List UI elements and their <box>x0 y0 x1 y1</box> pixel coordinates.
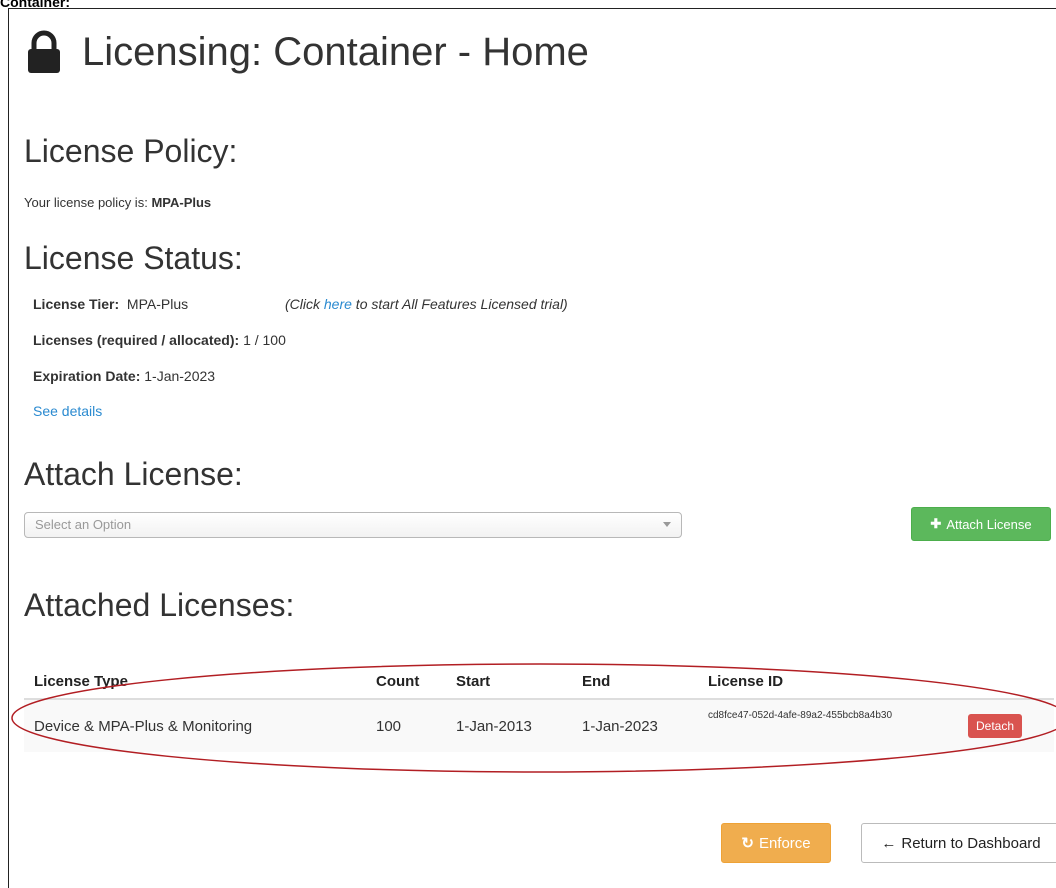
trial-here-link[interactable]: here <box>324 296 352 312</box>
license-select-placeholder: Select an Option <box>35 517 132 532</box>
see-details-line: See details <box>33 403 102 419</box>
attach-license-heading: Attach License: <box>24 456 243 492</box>
column-header: License Type <box>24 662 366 700</box>
column-header: License ID <box>698 662 958 700</box>
arrow-left-icon: ← <box>881 834 897 852</box>
attached-licenses-heading: Attached Licenses: <box>24 587 295 623</box>
trial-hint-suffix: to start All Features Licensed trial) <box>351 296 568 312</box>
plus-icon: ✚ <box>930 516 942 531</box>
attach-license-label: Attach License <box>946 516 1032 532</box>
license-tier-line: License Tier: MPA-Plus <box>33 296 188 312</box>
license-status-heading: License Status: <box>24 240 243 276</box>
expiration-label: Expiration Date: <box>33 368 141 384</box>
trial-hint: (Click here to start All Features Licens… <box>285 296 568 312</box>
licenses-label: Licenses (required / allocated): <box>33 332 240 348</box>
table-row: Device & MPA-Plus & Monitoring 100 1-Jan… <box>24 699 1054 752</box>
tier-value: MPA-Plus <box>126 296 189 312</box>
refresh-icon: ↻ <box>741 835 754 852</box>
return-to-dashboard-button[interactable]: ← Return to Dashboard <box>861 823 1056 863</box>
license-type-cell: Device & MPA-Plus & Monitoring <box>24 699 366 752</box>
see-details-link[interactable]: See details <box>33 403 102 419</box>
expiration-value: 1-Jan-2023 <box>144 368 216 384</box>
policy-value: MPA-Plus <box>151 195 212 210</box>
licenses-line: Licenses (required / allocated): 1 / 100 <box>33 332 286 348</box>
attach-license-button[interactable]: ✚ Attach License <box>911 507 1051 541</box>
end-cell: 1-Jan-2023 <box>572 699 698 752</box>
enforce-label: Enforce <box>758 834 811 852</box>
licenses-value: 1 / 100 <box>243 332 286 348</box>
return-label: Return to Dashboard <box>901 834 1041 852</box>
license-select[interactable]: Select an Option <box>24 512 682 538</box>
action-cell: Detach <box>958 699 1054 752</box>
policy-line: Your license policy is: MPA-Plus <box>24 195 211 210</box>
enforce-button[interactable]: ↻ Enforce <box>721 823 831 863</box>
attached-licenses-table: License Type Count Start End License ID … <box>24 662 1054 752</box>
column-header: End <box>572 662 698 700</box>
table-header-row: License Type Count Start End License ID <box>24 662 1054 700</box>
lock-icon <box>28 30 60 73</box>
column-header: Count <box>366 662 446 700</box>
page-title: Licensing: Container - Home <box>24 24 589 80</box>
chevron-down-icon <box>663 522 671 527</box>
expiration-line: Expiration Date: 1-Jan-2023 <box>33 368 215 384</box>
license-policy-heading: License Policy: <box>24 133 238 169</box>
start-cell: 1-Jan-2013 <box>446 699 572 752</box>
column-header: Start <box>446 662 572 700</box>
license-id-cell: cd8fce47-052d-4afe-89a2-455bcb8a4b30 <box>698 699 958 752</box>
count-cell: 100 <box>366 699 446 752</box>
detach-button[interactable]: Detach <box>968 714 1023 738</box>
page-title-text: Licensing: Container - Home <box>82 29 589 74</box>
column-header-actions <box>958 662 1054 700</box>
tier-label: License Tier: <box>33 296 120 312</box>
trial-hint-prefix: (Click <box>285 296 324 312</box>
policy-label: Your license policy is: <box>24 195 148 210</box>
